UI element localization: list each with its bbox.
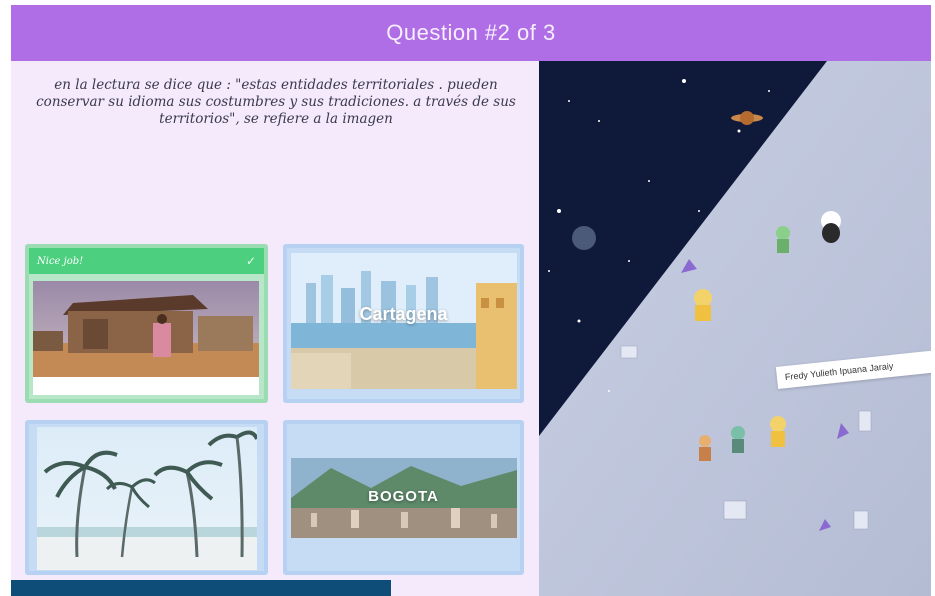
cartagena-label: Cartagena	[359, 304, 448, 324]
answer-option-2[interactable]: Cartagena	[283, 244, 524, 403]
feedback-text: Nice job!	[37, 255, 84, 267]
check-icon: ✓	[245, 254, 256, 268]
moon-icon	[572, 226, 596, 250]
progress-footer-bar	[11, 580, 391, 596]
answer-option-3[interactable]	[25, 420, 268, 575]
question-panel: en la lectura se dice que : "estas entid…	[11, 61, 539, 596]
space-mountain-scene	[539, 61, 931, 596]
question-counter: Question #2 of 3	[386, 20, 556, 45]
answer-option-1[interactable]: Nice job! ✓	[25, 244, 268, 403]
question-text: en la lectura se dice que : "estas entid…	[36, 77, 516, 127]
answer-option-4[interactable]: BOGOTA	[283, 420, 524, 575]
game-scene: Fredy Yulieth Ipuana Jaraiy	[539, 61, 931, 596]
question-header: Question #2 of 3	[11, 5, 931, 61]
hut-image	[33, 281, 259, 377]
beach-palms-image	[37, 427, 257, 570]
image-caption-area	[33, 377, 259, 395]
correct-feedback-bar: Nice job! ✓	[29, 248, 264, 274]
bogota-label: BOGOTA	[368, 488, 439, 505]
